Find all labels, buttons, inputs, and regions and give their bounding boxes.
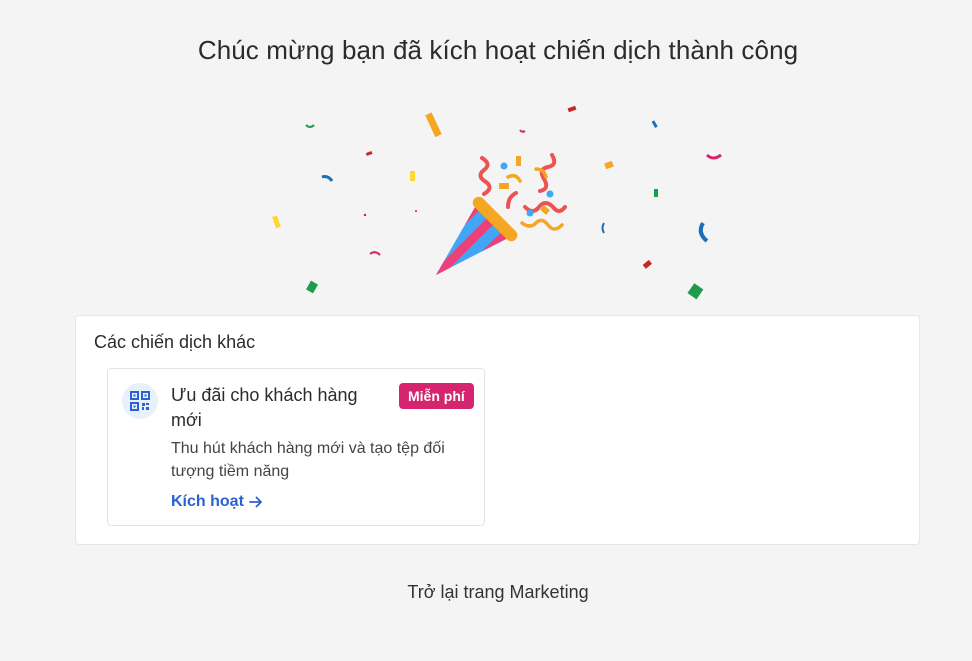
page-title: Chúc mừng bạn đã kích hoạt chiến dịch th… bbox=[197, 35, 799, 65]
activate-link[interactable]: Kích hoạt bbox=[171, 493, 264, 511]
popper-cone bbox=[436, 196, 518, 275]
campaign-description: Thu hút khách hàng mới và tạo tệp đối tư… bbox=[171, 440, 445, 480]
campaign-card-new-customer-offer[interactable]: Ưu đãi cho khách hàng mới Miễn phí Thu h… bbox=[107, 368, 485, 526]
qr-code-icon bbox=[122, 383, 158, 419]
free-badge: Miễn phí bbox=[399, 383, 474, 409]
celebration-illustration bbox=[260, 95, 730, 320]
arrow-right-icon bbox=[248, 496, 262, 508]
activate-label: Kích hoạt bbox=[171, 493, 244, 510]
back-to-marketing-link[interactable]: Trở lại trang Marketing bbox=[0, 582, 972, 603]
other-campaigns-card: Các chiến dịch khác Ưu đãi cho khách hàn… bbox=[75, 315, 920, 545]
confetti bbox=[272, 105, 722, 300]
other-campaigns-title: Các chiến dịch khác bbox=[94, 332, 256, 352]
party-popper-icon bbox=[272, 105, 722, 300]
campaign-name: Ưu đãi cho khách hàng mới bbox=[171, 385, 358, 430]
page: Chúc mừng bạn đã kích hoạt chiến dịch th… bbox=[0, 0, 972, 661]
